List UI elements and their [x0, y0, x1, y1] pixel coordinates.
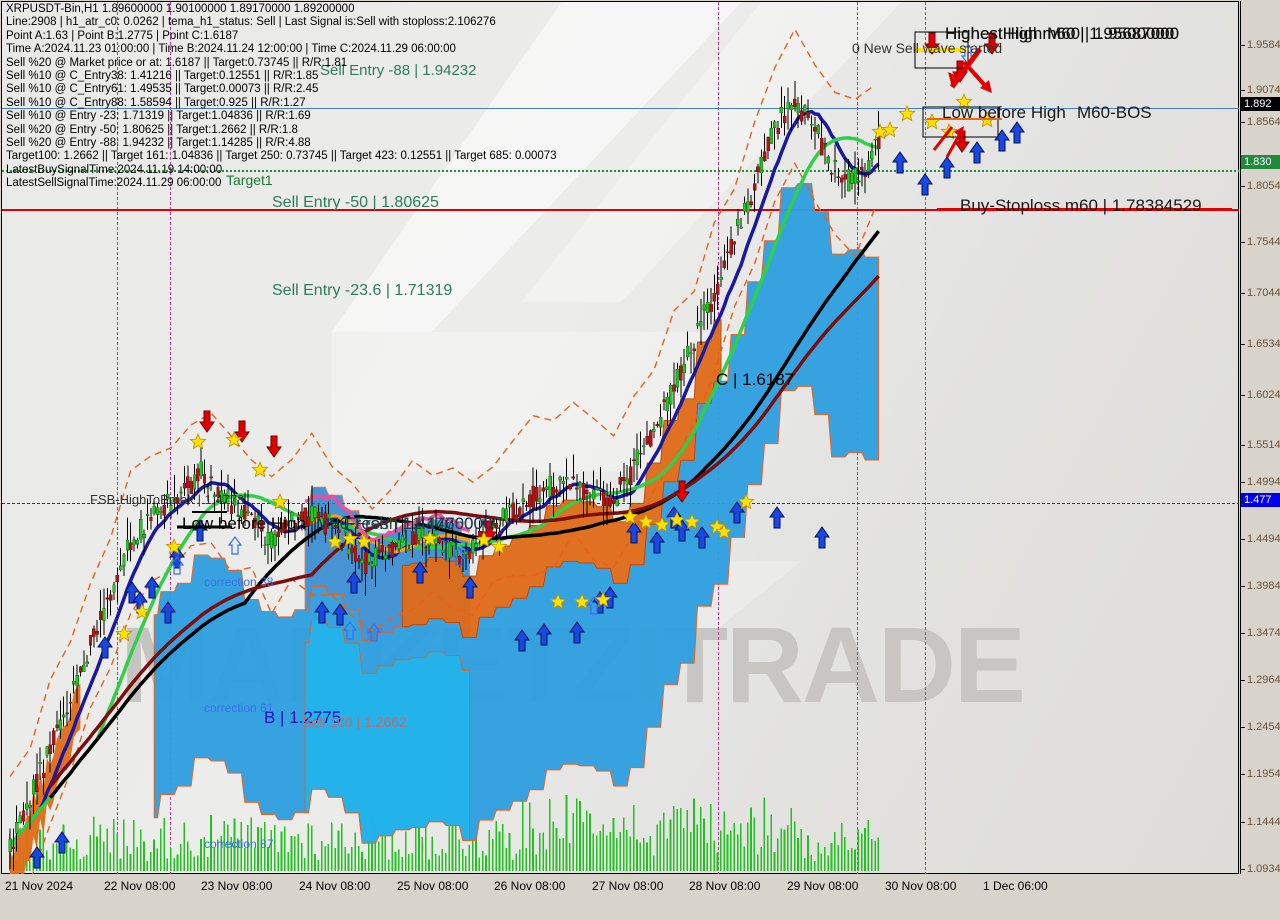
time-tick: 30 Nov 08:00 — [885, 879, 957, 893]
point-c-label: C | 1.6187 — [716, 370, 795, 389]
chart-plot-area[interactable]: MARKETZITRADE — [1, 1, 1239, 874]
time-tick: 26 Nov 08:00 — [494, 879, 566, 893]
cursor-price-tag: 1.477 — [1241, 493, 1280, 507]
info-line-9: Sell %20 @ Entry -50: 1.80625 || Target:… — [6, 123, 298, 136]
price-tick: 1.3474 — [1241, 627, 1280, 640]
price-tick: 1.4994 — [1241, 476, 1280, 489]
fsb-hightobreak-label: FSB-HighToBreak | 1.4778 — [90, 492, 245, 507]
info-line-6: Sell %10 @ C_Entry61: 1.49535 || Target:… — [6, 83, 319, 96]
info-line-10: Sell %20 @ Entry -88: 1.94232 || Target:… — [6, 136, 311, 149]
time-tick: 24 Nov 08:00 — [299, 879, 371, 893]
buy-stoploss-m60-label: Buy-Stoploss m60 | 1.78384529 — [960, 196, 1202, 215]
info-line-4: Sell %20 @ Market price or at: 1.6187 ||… — [6, 56, 348, 69]
time-tick: 23 Nov 08:00 — [201, 879, 273, 893]
sell-entry-236-label: Sell Entry -23.6 | 1.71319 — [272, 282, 453, 299]
price-tick: 1.5514 — [1241, 439, 1280, 452]
info-line-1: Line:2908 | h1_atr_c0: 0.0262 | tema_h1_… — [6, 16, 496, 29]
info-line-11: Target100: 1.2662 || Target 161: 1.04836… — [6, 150, 557, 163]
price-tick: 1.6534 — [1241, 338, 1280, 351]
price-tick: 1.0934 — [1241, 863, 1280, 876]
low-before-high-right-label: Low before High — [942, 103, 1066, 122]
time-tick: 1 Dec 06:00 — [983, 879, 1048, 893]
price-scale[interactable]: 1.9584 1.9074 1.8564 1.8054 1.7544 1.7044 1.65… — [1240, 1, 1280, 876]
price-tick: 1.4494 — [1241, 533, 1280, 546]
highest-high-M60-label: Highest High M60 | 1.9500000 — [945, 24, 1175, 43]
price-tick: 1.3984 — [1241, 580, 1280, 593]
info-line-5: Sell %10 @ C_Entry38: 1.41216 || Target:… — [6, 69, 319, 82]
price-tick: 1.9074 — [1241, 84, 1280, 97]
time-tick: 22 Nov 08:00 — [104, 879, 176, 893]
low-before-high-left-label: Low before High — [182, 514, 306, 533]
info-line-0: XRPUSDT-Bin,H1 1.89600000 1.90100000 1.8… — [6, 3, 355, 15]
time-tick: 27 Nov 08:00 — [592, 879, 664, 893]
sell100-label: Sell 100 | 1.2662 — [302, 714, 407, 730]
red-arrow-4 — [932, 126, 954, 151]
time-tick: 21 Nov 2024 — [5, 879, 74, 893]
time-scale[interactable]: 21 Nov 2024 22 Nov 08:00 23 Nov 08:00 24 No… — [1, 875, 1240, 920]
time-tick: 28 Nov 08:00 — [689, 879, 761, 893]
price-tick: 1.8054 — [1241, 180, 1280, 193]
info-line-7: Sell %10 @ C_Entry88: 1.58594 || Target:… — [6, 96, 306, 109]
price-tick: 1.2964 — [1241, 674, 1280, 687]
chart-window: MARKETZITRADE — [0, 0, 1280, 920]
price-tick: 1.2454 — [1241, 721, 1280, 734]
time-tick: 29 Nov 08:00 — [787, 879, 859, 893]
price-tick: 1.8564 — [1241, 116, 1280, 129]
m5-fresh-label: M5-Fresh | 1.41760000 — [316, 514, 493, 533]
last-price-tag: 1.892 — [1241, 97, 1280, 111]
price-tick: 1.1954 — [1241, 768, 1280, 781]
sell-entry-50-label: Sell Entry -50 | 1.80625 — [272, 194, 439, 211]
price-tick: 1.9584 — [1241, 39, 1280, 52]
correction-38-label: correction 38 — [204, 575, 274, 589]
info-line-3: Time A:2024.11.23 01:00:00 | Time B:2024… — [6, 43, 456, 56]
price-tick: 1.7044 — [1241, 287, 1280, 300]
info-line-13: LatestSellSignalTime:2024.11.29 06:00:00 — [6, 177, 222, 190]
target-price-tag: 1.830 — [1241, 155, 1280, 169]
chart-info-header: XRPUSDT-Bin,H1 1.89600000 1.90100000 1.8… — [6, 3, 557, 190]
m60-bos-label: M60-BOS — [1077, 103, 1152, 122]
price-tick: 1.7544 — [1241, 236, 1280, 249]
price-tick: 1.1444 — [1241, 816, 1280, 829]
time-tick: 25 Nov 08:00 — [397, 879, 469, 893]
correction-87-label: correction 87 — [204, 837, 274, 851]
correction-61-label: correction 61 — [204, 701, 274, 715]
price-tick: 1.6024 — [1241, 389, 1280, 402]
info-line-12: LatestBuySignalTime:2024.11.19 14:00:00 — [6, 163, 223, 176]
info-line-2: Point A:1.63 | Point B:1.2775 | Point C:… — [6, 29, 239, 42]
info-line-8: Sell %10 @ Entry -23: 1.71319 || Target:… — [6, 110, 311, 123]
